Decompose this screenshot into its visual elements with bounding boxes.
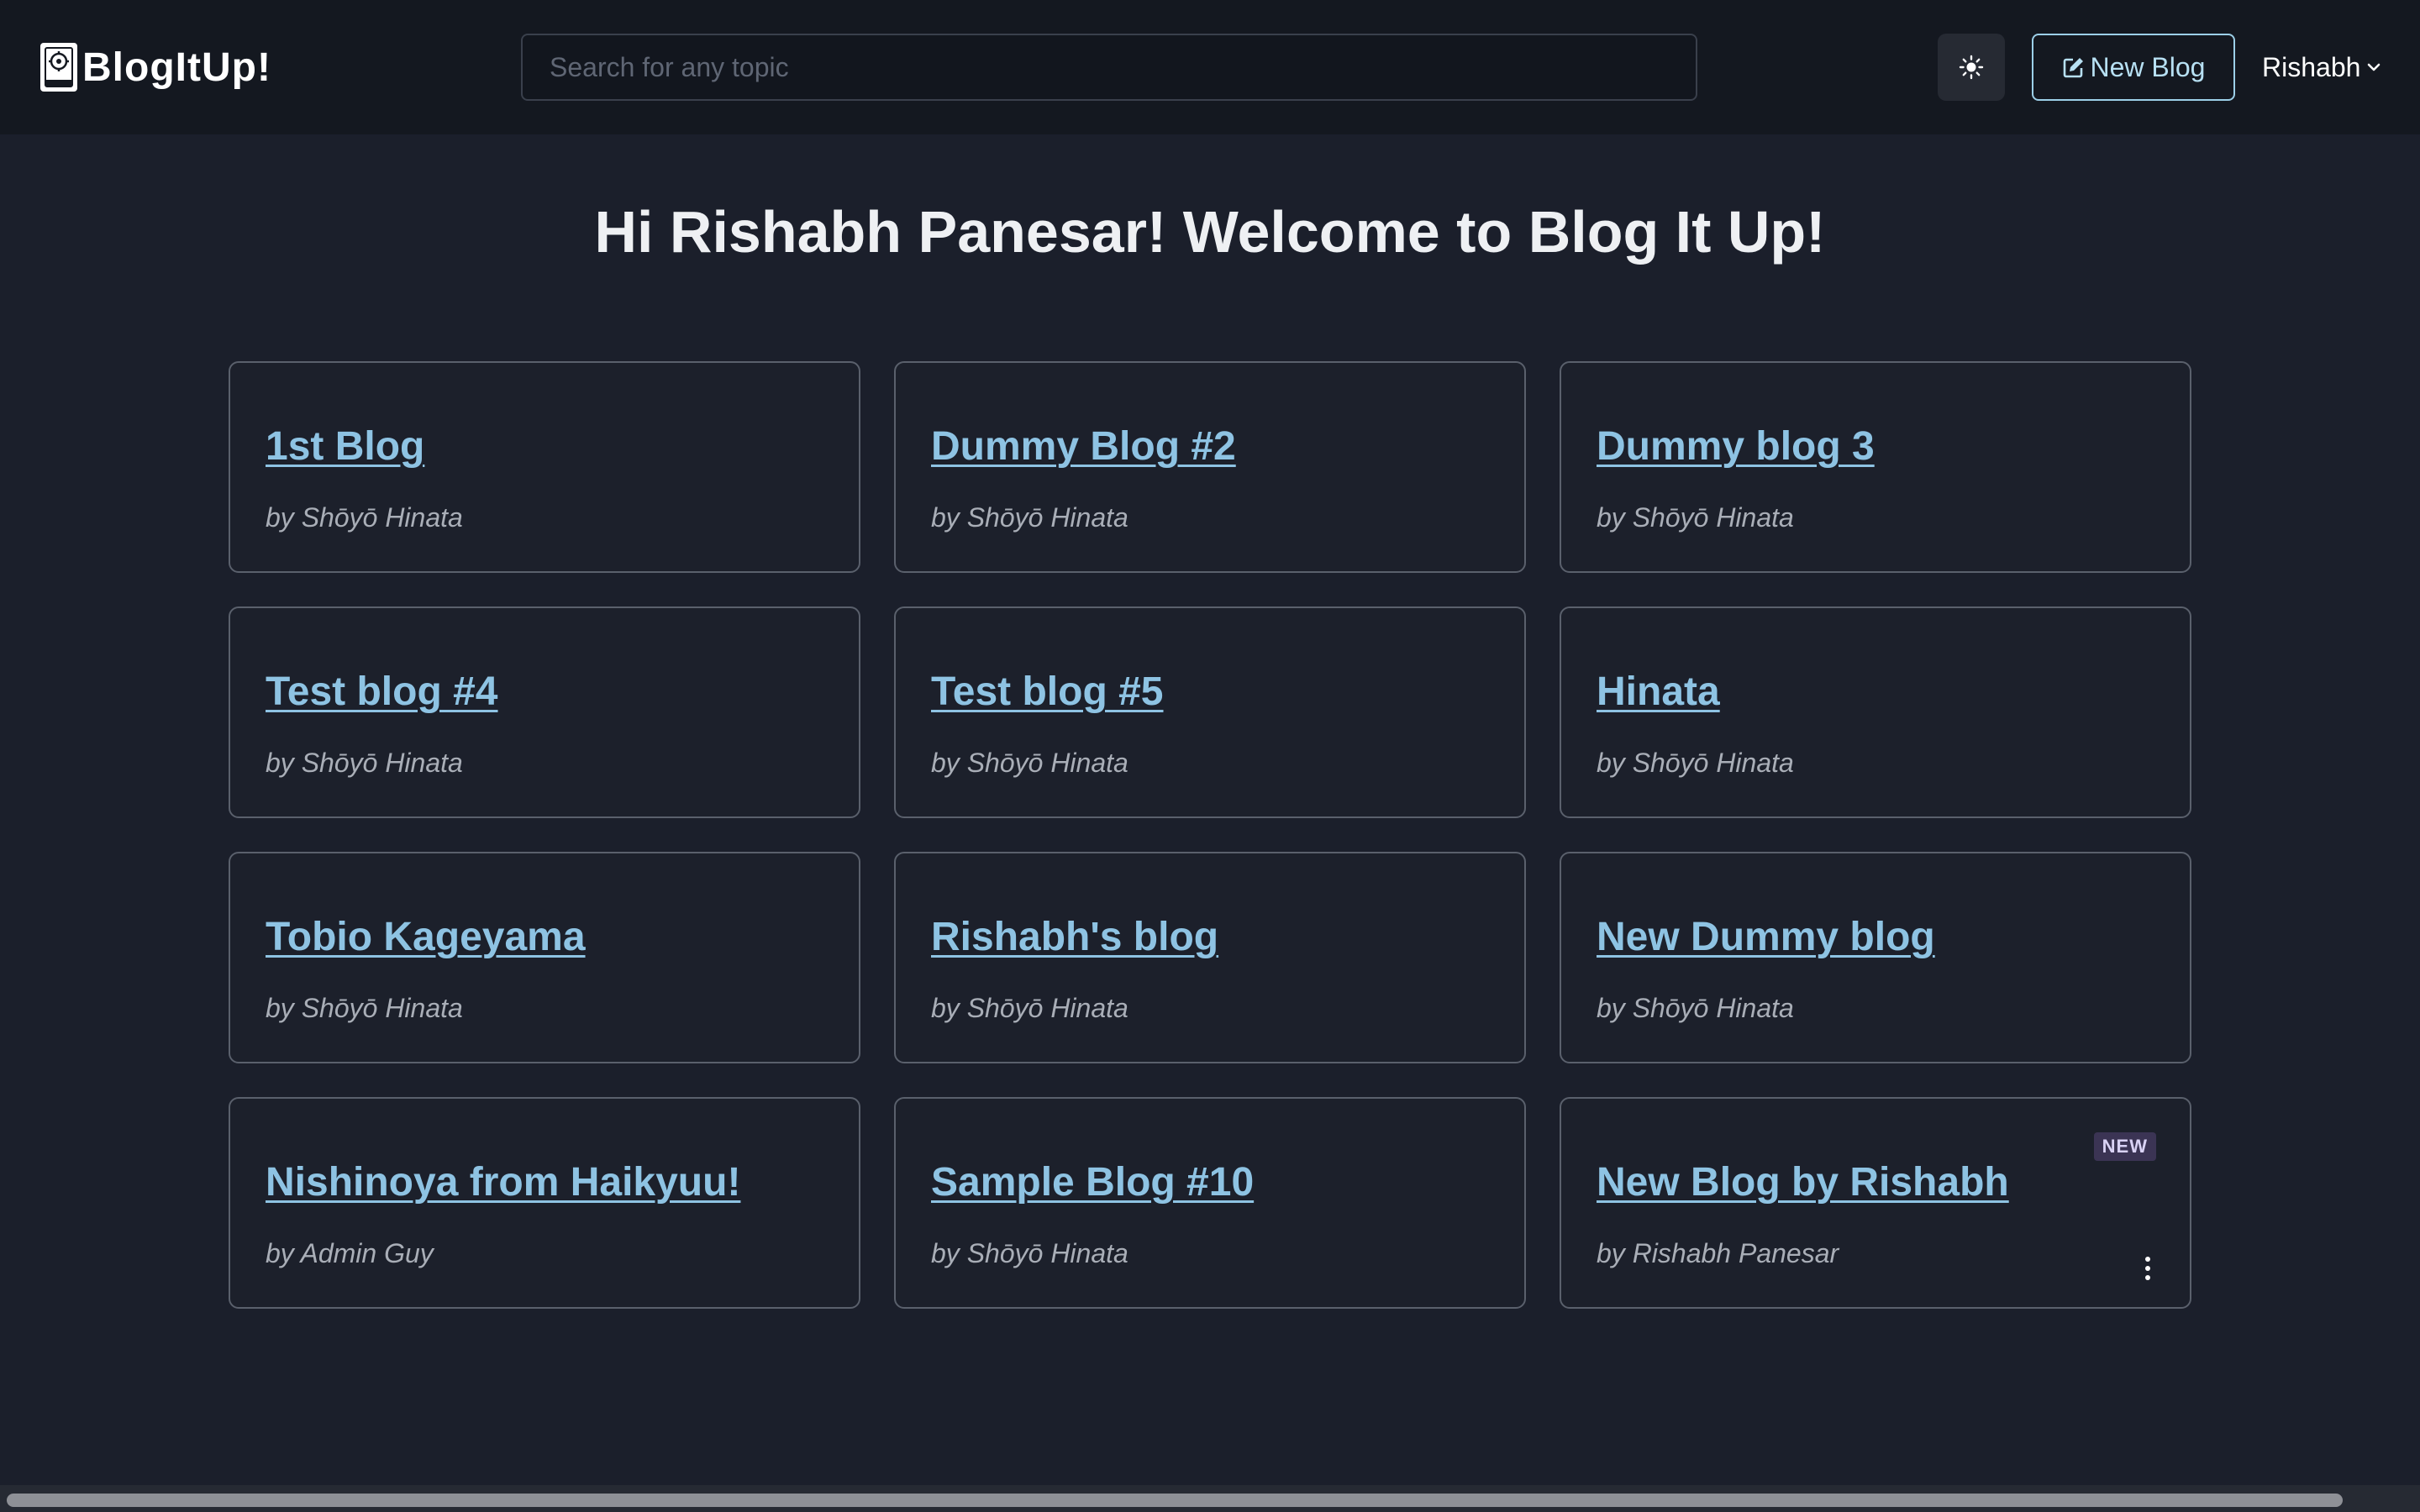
chevron-down-icon bbox=[2365, 59, 2382, 76]
blog-card: Rishabh's blog by Shōyō Hinata bbox=[894, 852, 1526, 1063]
welcome-heading: Hi Rishabh Panesar! Welcome to Blog It U… bbox=[594, 199, 1826, 265]
new-blog-button[interactable]: New Blog bbox=[2032, 34, 2235, 101]
brand-link[interactable]: BlogItUp! bbox=[40, 40, 271, 94]
blog-author: by Shōyō Hinata bbox=[1597, 502, 1794, 533]
blog-author: by Shōyō Hinata bbox=[1597, 748, 1794, 778]
search-input[interactable] bbox=[521, 34, 1697, 101]
blog-card: 1st Blog by Shōyō Hinata bbox=[229, 361, 860, 573]
edit-icon bbox=[2062, 55, 2086, 79]
blog-card: Tobio Kageyama by Shōyō Hinata bbox=[229, 852, 860, 1063]
blog-author: by Shōyō Hinata bbox=[931, 748, 1128, 778]
blog-card: New Dummy blog by Shōyō Hinata bbox=[1560, 852, 2191, 1063]
more-vertical-icon bbox=[2144, 1255, 2152, 1282]
blog-title-link[interactable]: Dummy blog 3 bbox=[1597, 423, 1875, 470]
blog-card: Test blog #4 by Shōyō Hinata bbox=[229, 606, 860, 818]
blog-title-link[interactable]: 1st Blog bbox=[266, 423, 424, 470]
blog-title-link[interactable]: New Dummy blog bbox=[1597, 914, 1935, 960]
blog-title-link[interactable]: Test blog #5 bbox=[931, 669, 1164, 715]
blog-title-link[interactable]: Hinata bbox=[1597, 669, 1720, 715]
card-options-button[interactable] bbox=[2136, 1250, 2160, 1287]
blog-book-logo-icon bbox=[40, 43, 77, 92]
blog-title-link[interactable]: Dummy Blog #2 bbox=[931, 423, 1236, 470]
blog-author: by Admin Guy bbox=[266, 1238, 434, 1268]
blog-author: by Shōyō Hinata bbox=[266, 993, 463, 1023]
blog-card: Dummy blog 3 by Shōyō Hinata bbox=[1560, 361, 2191, 573]
blog-title-link[interactable]: Sample Blog #10 bbox=[931, 1159, 1254, 1205]
blog-card: Sample Blog #10 by Shōyō Hinata bbox=[894, 1097, 1526, 1309]
blog-title-link[interactable]: Nishinoya from Haikyuu! bbox=[266, 1159, 740, 1205]
blog-card: Hinata by Shōyō Hinata bbox=[1560, 606, 2191, 818]
blog-author: by Shōyō Hinata bbox=[266, 748, 463, 778]
horizontal-scrollbar[interactable] bbox=[0, 1485, 2420, 1512]
blog-title-link[interactable]: Rishabh's blog bbox=[931, 914, 1218, 960]
blog-title-link[interactable]: Test blog #4 bbox=[266, 669, 498, 715]
top-navbar: BlogItUp! Search for any topic New Blog … bbox=[0, 0, 2420, 134]
blog-author: by Shōyō Hinata bbox=[931, 993, 1128, 1023]
blog-author: by Shōyō Hinata bbox=[266, 502, 463, 533]
new-badge: NEW bbox=[2093, 1132, 2156, 1161]
brand-name: BlogItUp! bbox=[82, 45, 271, 90]
scrollbar-thumb[interactable] bbox=[7, 1494, 2343, 1507]
user-dropdown[interactable]: Rishabh bbox=[2262, 47, 2382, 87]
blog-grid: 1st Blog by Shōyō Hinata Dummy Blog #2 b… bbox=[229, 361, 2191, 1309]
new-blog-label: New Blog bbox=[2090, 51, 2206, 82]
theme-toggle-button[interactable] bbox=[1938, 34, 2005, 101]
blog-author: by Rishabh Panesar bbox=[1597, 1238, 1839, 1268]
blog-card: Nishinoya from Haikyuu! by Admin Guy bbox=[229, 1097, 860, 1309]
blog-card: Test blog #5 by Shōyō Hinata bbox=[894, 606, 1526, 818]
blog-author: by Shōyō Hinata bbox=[931, 1238, 1128, 1268]
blog-title-link[interactable]: Tobio Kageyama bbox=[266, 914, 586, 960]
user-name: Rishabh bbox=[2262, 51, 2361, 82]
blog-author: by Shōyō Hinata bbox=[1597, 993, 1794, 1023]
blog-card: Dummy Blog #2 by Shōyō Hinata bbox=[894, 361, 1526, 573]
sun-icon bbox=[1959, 55, 1984, 80]
blog-title-link[interactable]: New Blog by Rishabh bbox=[1597, 1159, 2009, 1205]
blog-author: by Shōyō Hinata bbox=[931, 502, 1128, 533]
blog-card-own: NEW New Blog by Rishabh by Rishabh Panes… bbox=[1560, 1097, 2191, 1309]
